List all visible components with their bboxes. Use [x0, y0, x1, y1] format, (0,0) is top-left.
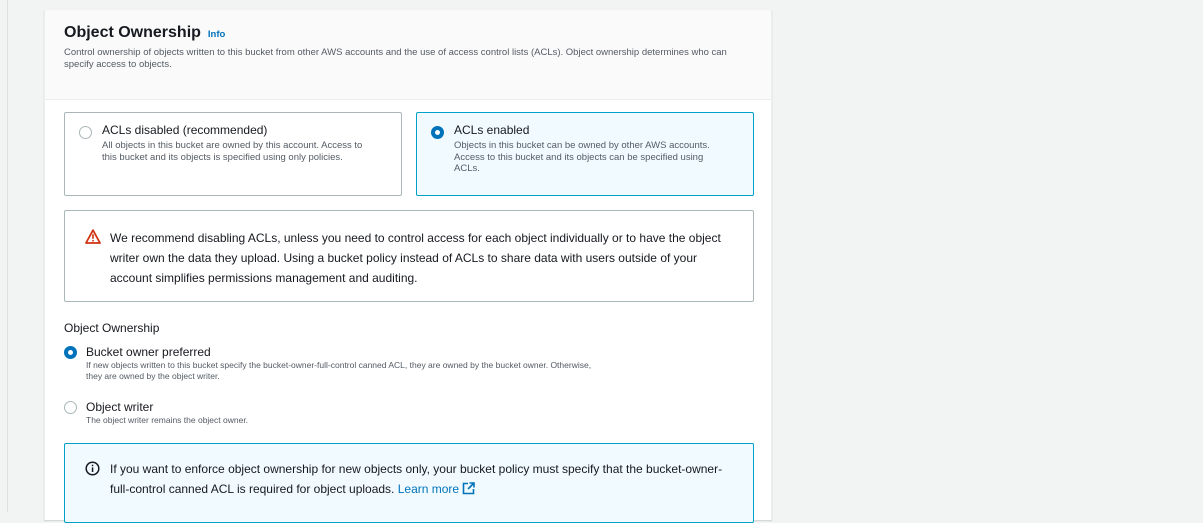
tile-description: All objects in this bucket are owned by …	[102, 140, 363, 163]
info-circle-icon	[85, 461, 100, 481]
acl-tiles: ACLs disabled (recommended) All objects …	[64, 112, 754, 196]
section-description: Control ownership of objects written to …	[64, 47, 727, 70]
acls-disabled-radio[interactable]	[79, 126, 92, 139]
tile-acls-disabled[interactable]: ACLs disabled (recommended) All objects …	[64, 112, 402, 196]
tile-label: ACLs disabled (recommended)	[102, 123, 268, 137]
ownership-group-label: Object Ownership	[64, 321, 160, 335]
learn-more-link[interactable]: Learn more	[398, 482, 475, 496]
option-label: Object writer	[86, 400, 154, 414]
warning-triangle-icon	[85, 229, 101, 249]
object-ownership-panel: Object Ownership Info Control ownership …	[44, 10, 772, 523]
ownership-info-alert: If you want to enforce object ownership …	[64, 443, 754, 523]
section-title: Object Ownership	[64, 24, 201, 41]
learn-more-label: Learn more	[397, 482, 460, 496]
left-rail	[0, 0, 8, 512]
warning-text: We recommend disabling ACLs, unless you …	[110, 231, 721, 285]
acls-enabled-radio[interactable]	[431, 126, 444, 139]
tile-description: Objects in this bucket can be owned by o…	[454, 140, 710, 174]
option-label: Bucket owner preferred	[86, 345, 211, 359]
object-writer-radio[interactable]	[64, 401, 77, 414]
bucket-owner-preferred-radio[interactable]	[64, 346, 77, 359]
option-description: The object writer remains the object own…	[86, 415, 249, 425]
info-link[interactable]: Info	[208, 29, 225, 40]
title-row: Object Ownership Info	[64, 24, 752, 42]
panel-header: Object Ownership Info Control ownership …	[45, 10, 771, 100]
acl-warning-alert: We recommend disabling ACLs, unless you …	[64, 210, 754, 302]
info-text: If you want to enforce object ownership …	[110, 459, 730, 501]
tile-acls-enabled[interactable]: ACLs enabled Objects in this bucket can …	[416, 112, 754, 196]
option-object-writer[interactable]: Object writer The object writer remains …	[64, 400, 606, 426]
tile-label: ACLs enabled	[454, 123, 530, 137]
option-description: If new objects written to this bucket sp…	[86, 360, 592, 381]
option-bucket-owner-preferred[interactable]: Bucket owner preferred If new objects wr…	[64, 345, 606, 382]
external-link-icon	[462, 481, 475, 501]
